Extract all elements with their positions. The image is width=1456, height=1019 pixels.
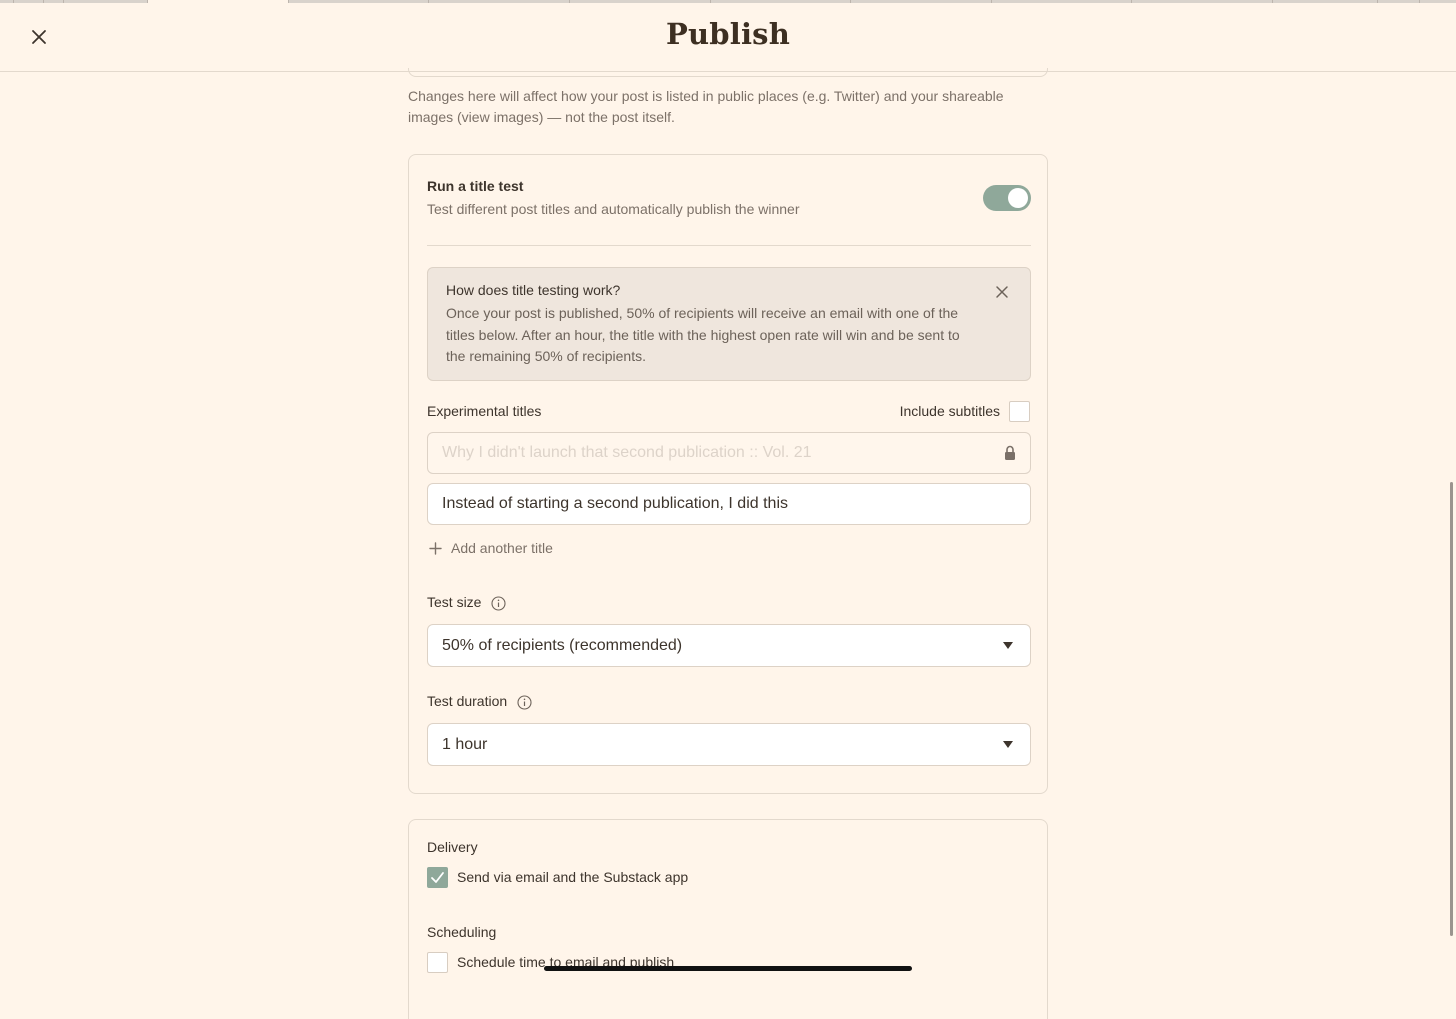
delivery-heading: Delivery xyxy=(427,839,478,855)
experimental-title-text: Instead of starting a second publication… xyxy=(442,495,788,512)
send-email-label: Send via email and the Substack app xyxy=(457,869,689,885)
publish-header: Publish xyxy=(0,3,1456,72)
chevron-down-icon xyxy=(1003,741,1013,748)
social-preview-hint: Changes here will affect how your post i… xyxy=(408,88,1004,125)
chevron-down-icon xyxy=(1003,642,1013,649)
include-subtitles-label: Include subtitles xyxy=(899,403,1000,419)
experimental-title-input[interactable]: Instead of starting a second publication… xyxy=(427,483,1031,525)
info-question: How does title testing work? xyxy=(446,282,621,298)
info-icon[interactable] xyxy=(517,695,532,710)
test-duration-label: Test duration xyxy=(427,693,508,709)
test-duration-value: 1 hour xyxy=(442,736,488,753)
delivery-card: Delivery Send via email and the Substack… xyxy=(408,819,1048,1019)
checkmark-icon xyxy=(431,872,444,883)
divider xyxy=(427,245,1031,246)
original-title-field: Why I didn't launch that second publicat… xyxy=(427,432,1031,474)
test-size-value: 50% of recipients (recommended) xyxy=(442,637,683,654)
home-indicator xyxy=(544,966,912,971)
add-another-title-button[interactable]: Add another title xyxy=(429,540,553,556)
title-test-heading: Run a title test xyxy=(427,178,524,194)
original-title-text: Why I didn't launch that second publicat… xyxy=(442,444,812,461)
title-test-description: Test different post titles and automatic… xyxy=(427,201,800,217)
send-email-checkbox[interactable] xyxy=(427,867,448,888)
lock-icon xyxy=(1005,445,1015,460)
title-test-card: Run a title test Test different post tit… xyxy=(408,154,1048,794)
plus-icon xyxy=(429,541,442,555)
experimental-titles-label: Experimental titles xyxy=(427,403,542,419)
title-test-toggle[interactable] xyxy=(983,185,1031,211)
scrollbar[interactable] xyxy=(1450,482,1453,936)
test-duration-select[interactable]: 1 hour xyxy=(427,723,1031,766)
include-subtitles-checkbox[interactable] xyxy=(1009,401,1030,422)
add-another-title-label: Add another title xyxy=(451,540,553,556)
test-duration-label-row: Test duration xyxy=(427,693,532,710)
test-size-label: Test size xyxy=(427,594,482,610)
page-title: Publish xyxy=(665,17,790,51)
toggle-knob xyxy=(1008,188,1028,208)
dismiss-info-button[interactable] xyxy=(994,284,1010,300)
close-icon xyxy=(996,286,1008,298)
scheduling-heading: Scheduling xyxy=(427,924,497,940)
test-size-select[interactable]: 50% of recipients (recommended) xyxy=(427,624,1031,667)
info-answer: Once your post is published, 50% of reci… xyxy=(446,305,960,364)
title-test-info-box: How does title testing work? Once your p… xyxy=(427,267,1031,381)
social-preview-card xyxy=(408,68,1048,77)
test-size-label-row: Test size xyxy=(427,594,506,611)
info-icon[interactable] xyxy=(491,596,506,611)
schedule-checkbox[interactable] xyxy=(427,952,448,973)
